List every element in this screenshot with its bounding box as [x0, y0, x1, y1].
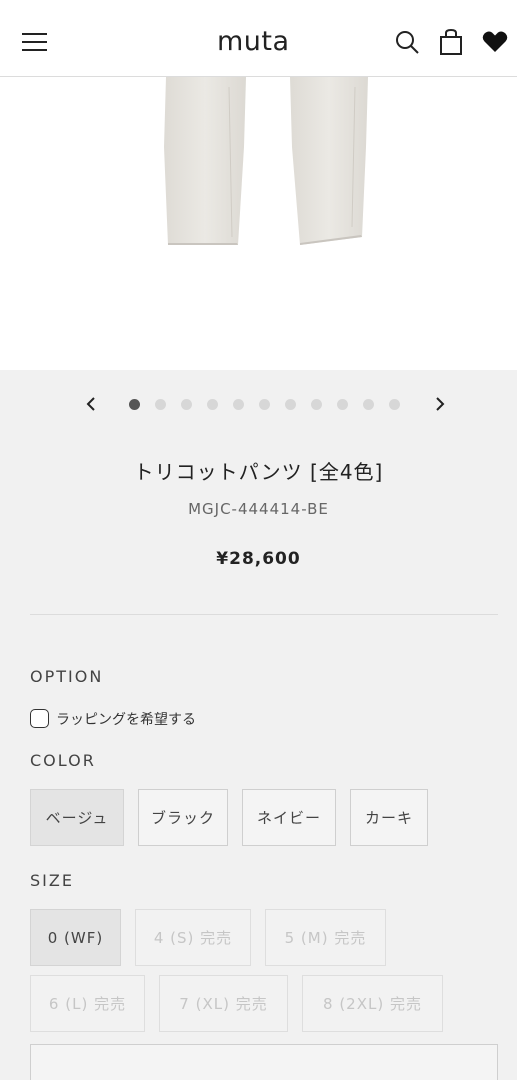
- color-option-navy[interactable]: ネイビー: [242, 789, 336, 846]
- size-option-5-soldout[interactable]: 5 (M) 完売: [265, 909, 386, 966]
- divider: [30, 614, 498, 615]
- menu-icon[interactable]: [22, 33, 48, 53]
- add-to-cart-button[interactable]: [30, 1044, 498, 1080]
- carousel-dot[interactable]: [233, 399, 244, 410]
- color-option-khaki[interactable]: カーキ: [350, 789, 428, 846]
- wrapping-checkbox[interactable]: [30, 709, 49, 728]
- product-title: トリコットパンツ [全4色]: [133, 460, 384, 484]
- brand-logo[interactable]: muta: [217, 26, 290, 58]
- product-sku: MGJC-444414-BE: [188, 500, 329, 518]
- size-option-8-soldout[interactable]: 8 (2XL) 完売: [302, 975, 443, 1032]
- carousel-dot[interactable]: [181, 399, 192, 410]
- search-icon[interactable]: [393, 28, 421, 56]
- size-heading: SIZE: [30, 871, 74, 890]
- product-price: ¥28,600: [216, 549, 301, 569]
- option-heading: OPTION: [30, 667, 104, 686]
- color-heading: COLOR: [30, 751, 96, 770]
- chevron-left-icon[interactable]: [82, 392, 102, 416]
- carousel-dot[interactable]: [337, 399, 348, 410]
- wrapping-label: ラッピングを希望する: [56, 712, 196, 728]
- chevron-right-icon[interactable]: [430, 392, 450, 416]
- carousel-dot[interactable]: [389, 399, 400, 410]
- color-option-beige[interactable]: ベージュ: [30, 789, 124, 846]
- size-option-7-soldout[interactable]: 7 (XL) 完売: [159, 975, 288, 1032]
- heart-icon[interactable]: [481, 28, 509, 56]
- carousel-dot[interactable]: [311, 399, 322, 410]
- image-carousel-nav: [0, 390, 517, 418]
- size-option-0[interactable]: 0 (WF): [30, 909, 121, 966]
- site-header: muta: [0, 0, 517, 77]
- product-image[interactable]: [0, 77, 517, 370]
- shopping-bag-icon[interactable]: [437, 28, 465, 56]
- carousel-dot[interactable]: [363, 399, 374, 410]
- carousel-dot[interactable]: [285, 399, 296, 410]
- color-option-black[interactable]: ブラック: [138, 789, 228, 846]
- carousel-dot[interactable]: [129, 399, 140, 410]
- carousel-dot[interactable]: [155, 399, 166, 410]
- size-option-4-soldout[interactable]: 4 (S) 完売: [135, 909, 251, 966]
- carousel-dot[interactable]: [259, 399, 270, 410]
- carousel-dot[interactable]: [207, 399, 218, 410]
- size-option-6-soldout[interactable]: 6 (L) 完売: [30, 975, 145, 1032]
